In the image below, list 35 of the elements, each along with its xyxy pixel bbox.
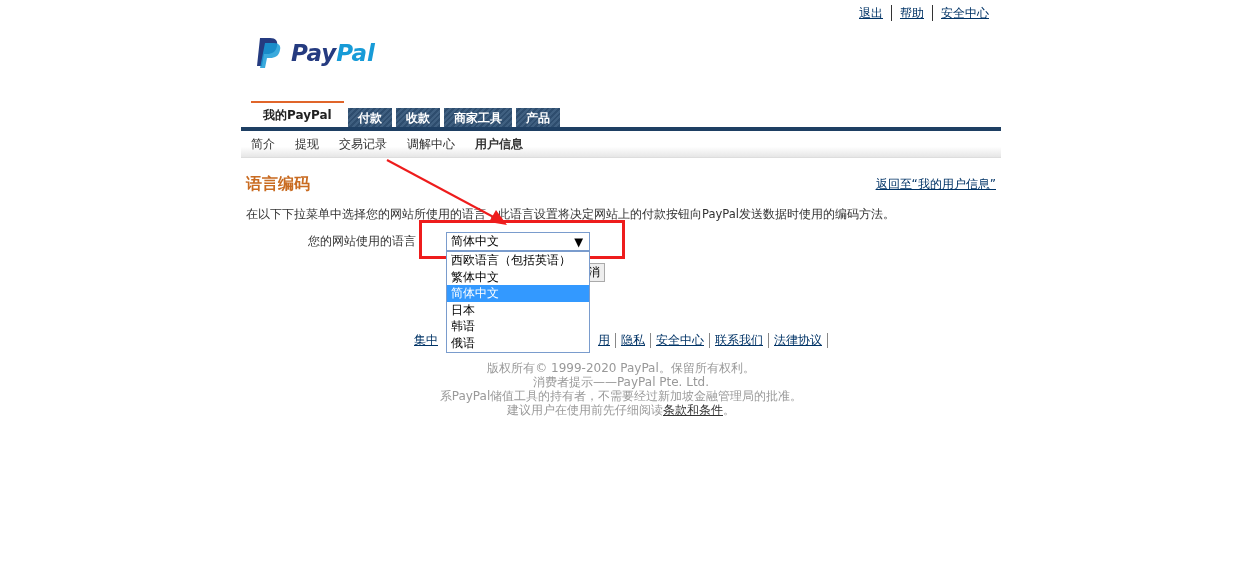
nav-tab[interactable]: 付款 (347, 108, 392, 127)
nav-tab[interactable]: 产品 (515, 108, 560, 127)
terms-link[interactable]: 条款和条件 (663, 403, 723, 417)
header-link[interactable]: 帮助 (900, 4, 924, 22)
paypal-logo-icon (257, 37, 283, 69)
field-label: 您的网站使用的语言 (307, 234, 416, 249)
dropdown-option[interactable]: 繁体中文 (447, 268, 589, 286)
dropdown-option[interactable]: 俄语 (447, 334, 589, 352)
nav-tab[interactable]: 收款 (395, 108, 440, 127)
dropdown-option[interactable]: 西欧语言（包括英语） (447, 252, 589, 269)
page-title: 语言编码 (246, 174, 310, 195)
subnav-item[interactable]: 调解中心 (407, 135, 455, 153)
footer-text: 建议用户在使用前先仔细阅读 (507, 403, 663, 417)
footer-text: 消费者提示——PayPal Pte. Ltd. (531, 375, 711, 389)
subnav-item[interactable]: 用户信息 (475, 135, 523, 153)
back-link[interactable]: 返回至“我的用户信息” (875, 176, 996, 193)
dropdown-option[interactable]: 日本 (447, 301, 589, 319)
header-link[interactable]: 安全中心 (941, 4, 989, 22)
footer-text: 版权所有© 1999-2020 PayPal。保留所有权利。 (486, 361, 756, 375)
footer-link[interactable]: 安全中心 (656, 332, 704, 349)
subnav-item[interactable]: 交易记录 (339, 135, 387, 153)
logo-wordmark: PayPal (291, 40, 375, 66)
header-link[interactable]: 退出 (859, 4, 883, 22)
footer-link[interactable]: 联系我们 (715, 332, 763, 349)
footer-link[interactable]: 法律协议 (774, 332, 822, 349)
footer-text: 。 (723, 403, 735, 417)
subnav-item[interactable]: 提现 (295, 135, 319, 153)
footer-link[interactable]: 集中 (414, 332, 438, 349)
footer-link[interactable]: 隐私 (621, 332, 645, 349)
nav-tab[interactable]: 商家工具 (443, 108, 512, 127)
footer-link[interactable]: 用 (598, 332, 610, 349)
footer-text: 系PayPal储值工具的持有者，不需要经过新加坡金融管理局的批准。 (438, 389, 804, 403)
language-select[interactable]: 简体中文 ▼ (446, 232, 590, 251)
dropdown-option[interactable]: 韩语 (447, 318, 589, 335)
subnav-item[interactable]: 简介 (251, 135, 275, 153)
